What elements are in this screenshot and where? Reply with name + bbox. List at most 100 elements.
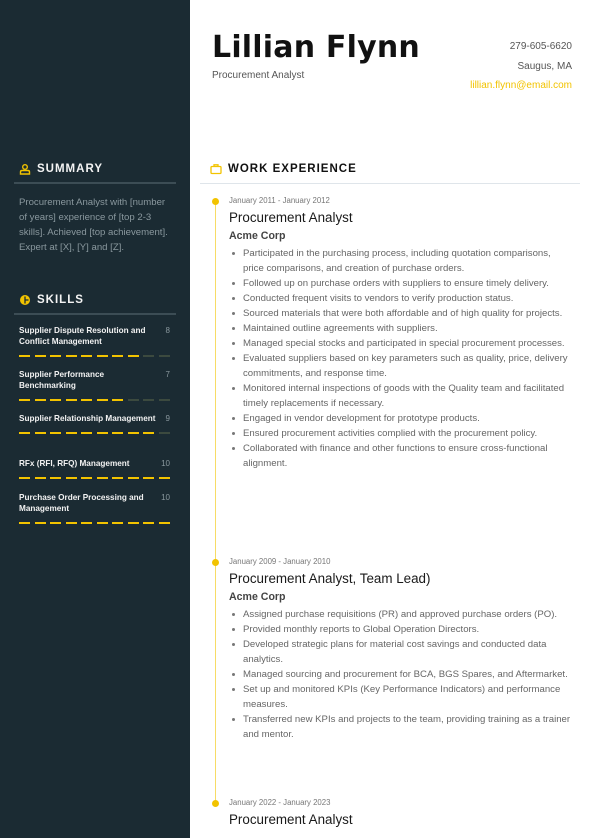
- job-bullet: Set up and monitored KPIs (Key Performan…: [229, 682, 574, 712]
- skill-level-dash-filled: [34, 477, 46, 479]
- job-entry: January 2022 - January 2023 Procurement A…: [229, 798, 574, 827]
- skill-level-bar: [19, 432, 170, 434]
- skill-level-dash-filled: [81, 355, 93, 357]
- job-bullet: Managed special stocks and participated …: [229, 336, 574, 351]
- skill-label: Purchase Order Processing and Management: [19, 493, 144, 513]
- skill-item: Supplier Relationship Management 9: [19, 413, 170, 434]
- pie-chart-icon: [20, 295, 30, 305]
- skill-level-dash-filled: [50, 355, 62, 357]
- skill-level-dash-filled: [96, 355, 108, 357]
- skill-label: Supplier Performance Benchmarking: [19, 370, 105, 390]
- divider: [14, 313, 176, 315]
- skill-level-dash-filled: [127, 522, 139, 524]
- skill-level-dash-filled: [65, 355, 77, 357]
- skill-level-dash-filled: [34, 399, 46, 401]
- skill-score: 9: [165, 414, 170, 423]
- job-bullet: Engaged in vendor development for protot…: [229, 411, 574, 426]
- job-company: Acme Corp: [229, 230, 286, 242]
- job-bullet: Developed strategic plans for material c…: [229, 637, 574, 667]
- skill-level-dash-filled: [81, 432, 93, 434]
- skill-row: Supplier Dispute Resolution and Conflict…: [19, 325, 170, 347]
- skill-level-dash-filled: [81, 399, 93, 401]
- job-title: Procurement Analyst: [229, 812, 353, 827]
- timeline-dot: [212, 198, 219, 205]
- skill-score: 7: [165, 370, 170, 379]
- skill-level-dash-empty: [158, 355, 170, 357]
- job-company: Acme Corp: [229, 591, 286, 603]
- timeline-dot: [212, 800, 219, 807]
- skill-level-dash-filled: [112, 399, 124, 401]
- skill-level-dash-filled: [50, 477, 62, 479]
- work-experience-title: WORK EXPERIENCE: [228, 163, 357, 175]
- job-bullet: Ensured procurement activities complied …: [229, 426, 574, 441]
- job-bullet: Sourced materials that were both afforda…: [229, 306, 574, 321]
- job-entry: January 2011 - January 2012 Procurement A…: [229, 196, 574, 471]
- skill-level-dash-empty: [127, 399, 139, 401]
- timeline-dot: [212, 559, 219, 566]
- skill-level-dash-filled: [96, 477, 108, 479]
- job-title: Procurement Analyst, Team Lead): [229, 571, 431, 586]
- skill-level-dash-empty: [158, 432, 170, 434]
- skill-level-dash-filled: [143, 432, 155, 434]
- main-content: Lillian Flynn Procurement Analyst 279-60…: [190, 0, 594, 838]
- job-bullet: Conducted frequent visits to vendors to …: [229, 291, 574, 306]
- skill-item: Purchase Order Processing and Management…: [19, 492, 170, 524]
- skill-level-dash-filled: [19, 355, 30, 357]
- summary-title: SUMMARY: [37, 163, 103, 175]
- skill-level-bar: [19, 522, 170, 524]
- job-bullet: Maintained outline agreements with suppl…: [229, 321, 574, 336]
- skill-level-dash-filled: [158, 477, 170, 479]
- phone: 279-605-6620: [509, 41, 572, 52]
- skill-level-dash-filled: [50, 399, 62, 401]
- job-bullet: Evaluated suppliers based on key paramet…: [229, 351, 574, 381]
- skill-level-dash-filled: [158, 522, 170, 524]
- skill-level-bar: [19, 477, 170, 479]
- skill-level-dash-filled: [143, 477, 155, 479]
- job-bullet: Followed up on purchase orders with supp…: [229, 276, 574, 291]
- skill-level-dash-filled: [81, 522, 93, 524]
- skills-heading: SKILLS: [19, 294, 84, 306]
- candidate-name: Lillian Flynn: [212, 30, 420, 65]
- skill-level-dash-filled: [96, 522, 108, 524]
- skill-level-dash-filled: [50, 522, 62, 524]
- skill-row: Supplier Relationship Management 9: [19, 413, 170, 424]
- skill-label: RFx (RFI, RFQ) Management: [19, 459, 130, 468]
- skill-level-dash-filled: [34, 432, 46, 434]
- skill-level-dash-empty: [158, 399, 170, 401]
- job-bullets: Assigned purchase requisitions (PR) and …: [229, 607, 574, 742]
- skill-level-dash-filled: [143, 522, 155, 524]
- skill-row: Supplier Performance Benchmarking 7: [19, 369, 170, 391]
- skill-level-dash-filled: [19, 399, 30, 401]
- email-link[interactable]: lillian.flynn@email.com: [470, 76, 572, 96]
- skill-level-dash-filled: [65, 399, 77, 401]
- divider: [200, 183, 580, 184]
- skill-label: Supplier Dispute Resolution and Conflict…: [19, 326, 146, 346]
- candidate-role: Procurement Analyst: [212, 70, 305, 81]
- skill-level-dash-filled: [112, 355, 124, 357]
- skill-level-dash-filled: [65, 477, 77, 479]
- skill-item: RFx (RFI, RFQ) Management 10: [19, 458, 170, 479]
- skill-level-dash-filled: [112, 477, 124, 479]
- job-bullet: Monitored internal inspections of goods …: [229, 381, 574, 411]
- summary-heading: SUMMARY: [19, 163, 103, 175]
- skill-level-dash-filled: [96, 432, 108, 434]
- location: Saugus, MA: [517, 60, 572, 72]
- skill-level-dash-filled: [34, 355, 46, 357]
- skill-level-dash-filled: [34, 522, 46, 524]
- skill-level-dash-filled: [127, 477, 139, 479]
- job-bullet: Assigned purchase requisitions (PR) and …: [229, 607, 574, 622]
- skill-level-dash-filled: [65, 522, 77, 524]
- skill-score: 10: [161, 493, 170, 502]
- skills-title: SKILLS: [37, 294, 84, 306]
- contact-info: 279-605-6620 Saugus, MA lillian.flynn@em…: [470, 37, 572, 96]
- skill-level-dash-filled: [127, 355, 139, 357]
- work-experience-heading: WORK EXPERIENCE: [210, 163, 357, 175]
- skill-level-dash-filled: [81, 477, 93, 479]
- skill-level-dash-filled: [19, 477, 30, 479]
- skill-level-dash-filled: [19, 522, 30, 524]
- skill-score: 10: [161, 459, 170, 468]
- job-bullet: Transferred new KPIs and projects to the…: [229, 712, 574, 742]
- skill-level-dash-filled: [96, 399, 108, 401]
- skill-level-dash-filled: [50, 432, 62, 434]
- sidebar: SUMMARY Procurement Analyst with [number…: [0, 0, 190, 838]
